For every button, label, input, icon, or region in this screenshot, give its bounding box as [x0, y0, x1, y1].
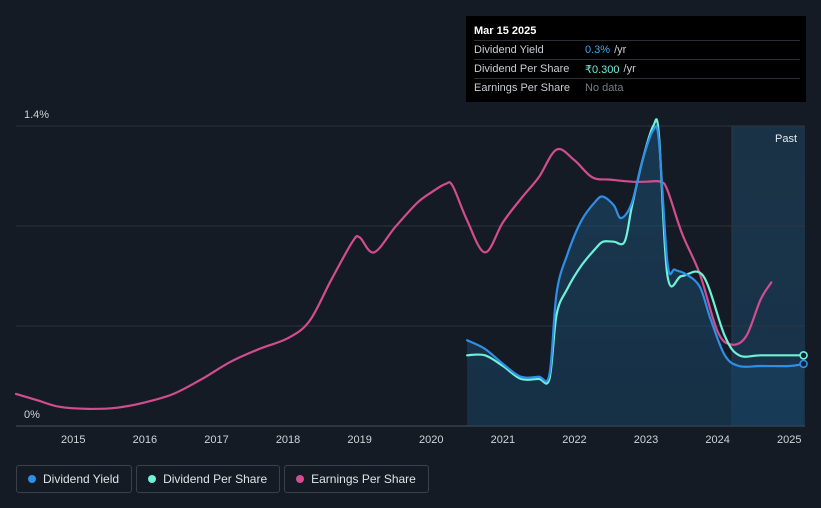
- x-tick-label: 2025: [777, 434, 801, 446]
- x-tick-label: 2015: [61, 434, 85, 446]
- legend-label: Dividend Yield: [43, 472, 120, 486]
- legend-dot-icon: [28, 475, 36, 483]
- tooltip-row-dividend-per-share: Dividend Per Share ₹0.300 /yr: [474, 59, 800, 78]
- y-tick-label: 0%: [24, 409, 40, 421]
- tooltip-value: ₹0.300: [585, 63, 620, 76]
- x-tick-label: 2024: [705, 434, 729, 446]
- tooltip-value: No data: [585, 82, 624, 94]
- x-tick-label: 2023: [634, 434, 658, 446]
- x-tick-label: 2017: [204, 434, 228, 446]
- past-label: Past: [775, 133, 797, 145]
- end-marker-dividend-per-share: [799, 350, 808, 360]
- x-tick-label: 2020: [419, 434, 443, 446]
- legend-item-earnings-per-share[interactable]: Earnings Per Share: [284, 465, 429, 493]
- tooltip-panel: Mar 15 2025 Dividend Yield 0.3% /yr Divi…: [466, 16, 806, 102]
- y-tick-label: 1.4%: [24, 109, 49, 121]
- legend-item-dividend-per-share[interactable]: Dividend Per Share: [136, 465, 281, 493]
- x-tick-label: 2022: [562, 434, 586, 446]
- end-marker-dividend-yield: [799, 359, 808, 369]
- chart-widget: 1.4% 0% 2015 2016 2017 2018 2019 2020 2021 2022 20…: [0, 0, 821, 508]
- legend-label: Dividend Per Share: [163, 472, 268, 486]
- legend-item-dividend-yield[interactable]: Dividend Yield: [16, 465, 133, 493]
- x-tick-label: 2018: [276, 434, 300, 446]
- tooltip-value: 0.3%: [585, 44, 611, 56]
- tooltip-row-dividend-yield: Dividend Yield 0.3% /yr: [474, 40, 800, 59]
- tooltip-label: Dividend Yield: [474, 44, 544, 56]
- tooltip-label: Dividend Per Share: [474, 63, 570, 75]
- legend-dot-icon: [296, 475, 305, 483]
- tooltip-date: Mar 15 2025: [474, 25, 537, 37]
- x-tick-label: 2016: [133, 434, 157, 446]
- chart-legend: Dividend Yield Dividend Per Share Earnin…: [16, 465, 429, 493]
- x-tick-label: 2019: [347, 434, 371, 446]
- tooltip-unit: /yr: [623, 63, 636, 75]
- legend-label: Earnings Per Share: [311, 472, 416, 486]
- tooltip-row-earnings-per-share: Earnings Per Share No data: [474, 78, 800, 97]
- tooltip-label: Earnings Per Share: [474, 82, 570, 94]
- legend-dot-icon: [148, 475, 157, 483]
- x-tick-label: 2021: [491, 434, 515, 446]
- tooltip-unit: /yr: [614, 44, 627, 56]
